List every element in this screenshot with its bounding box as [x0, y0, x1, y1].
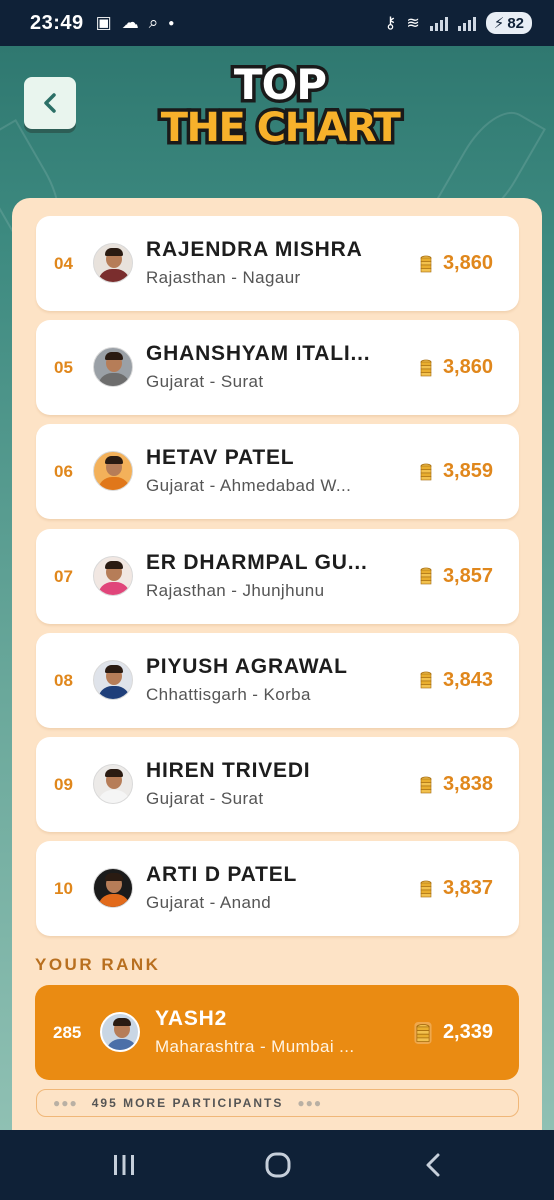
- coin-stack-icon: [420, 880, 432, 897]
- coin-stack-icon: [420, 463, 432, 481]
- score-value: 3,860: [442, 252, 493, 274]
- avatar: [93, 764, 133, 804]
- score-value: 3,837: [442, 877, 493, 900]
- signal-icon-2: [457, 15, 476, 31]
- score-value: 3,859: [442, 460, 493, 483]
- score: 3,843: [419, 633, 493, 728]
- leaderboard-row[interactable]: 08 PIYUSH AGRAWAL Chhattisgarh - Korba 3…: [36, 632, 519, 728]
- home-icon: [265, 1152, 291, 1178]
- player-location: Gujarat - Surat: [146, 789, 264, 808]
- notification-icons: ▣ ☁ ⌕ ●: [96, 13, 175, 33]
- rank-number: 08: [54, 670, 73, 690]
- avatar: [93, 659, 133, 700]
- avatar: [93, 347, 133, 388]
- player-name: ER DHARMPAL GU...: [146, 550, 368, 574]
- coin-stack-icon: [420, 671, 432, 689]
- avatar: [93, 451, 133, 492]
- rank-number: 09: [54, 775, 73, 794]
- wifi-icon: ≋: [406, 15, 420, 32]
- player-name: RAJENDRA MISHRA: [146, 238, 363, 261]
- player-location: Gujarat - Surat: [146, 372, 264, 392]
- score-value: 3,860: [442, 356, 493, 379]
- player-name: ARTI D PATEL: [146, 863, 298, 887]
- title-line-2: THE CHART: [157, 105, 404, 152]
- home-button[interactable]: [263, 1150, 293, 1180]
- coin-stack-icon: [420, 359, 432, 376]
- score: 3,860: [419, 320, 493, 415]
- score-value: 3,843: [442, 668, 493, 691]
- coin-stack-icon: [420, 567, 432, 585]
- score: 3,859: [419, 424, 493, 519]
- battery-level: 82: [507, 14, 524, 32]
- search-spark-icon: ⌕: [148, 13, 159, 32]
- status-bar: 23:49 ▣ ☁ ⌕ ● ⚷ ≋ ⚡ 82: [0, 0, 554, 46]
- status-time: 23:49: [30, 11, 84, 34]
- rank-number: 10: [54, 879, 73, 899]
- rank-number: 285: [53, 1023, 82, 1042]
- dots-icon: ●●●: [53, 1096, 78, 1110]
- score-value: 3,838: [442, 773, 493, 795]
- score: 3,857: [419, 529, 493, 624]
- battery-indicator: ⚡ 82: [485, 12, 532, 34]
- score: 2,339: [413, 985, 493, 1080]
- score: 3,838: [419, 737, 493, 832]
- your-rank-label: YOUR RANK: [35, 955, 161, 974]
- back-arrow-icon: [426, 1153, 440, 1177]
- coin-stack-icon: [414, 1021, 432, 1044]
- score-value: 3,857: [442, 564, 493, 587]
- leaderboard-row[interactable]: 06 HETAV PATEL Gujarat - Ahmedabad W... …: [36, 424, 519, 520]
- more-participants[interactable]: ●●● 495 MORE PARTICIPANTS ●●●: [36, 1089, 519, 1117]
- system-nav-bar: [0, 1130, 554, 1200]
- player-name: GHANSHYAM ITALI...: [146, 342, 371, 366]
- player-name: PIYUSH AGRAWAL: [146, 654, 348, 678]
- rank-number: 05: [54, 358, 73, 378]
- player-location: Chhattisgarh - Korba: [146, 684, 311, 704]
- leaderboard-row[interactable]: 07 ER DHARMPAL GU... Rajasthan - Jhunjhu…: [36, 528, 519, 624]
- leaderboard-row[interactable]: 09 HIREN TRIVEDI Gujarat - Surat 3,838: [36, 737, 519, 832]
- dots-icon: ●●●: [297, 1096, 323, 1110]
- score: 3,837: [419, 841, 493, 936]
- chevron-left-icon: [44, 93, 56, 113]
- dot-icon: ●: [168, 17, 175, 29]
- score-value: 2,339: [442, 1021, 493, 1043]
- rank-number: 07: [54, 566, 73, 586]
- player-name: HETAV PATEL: [146, 446, 295, 470]
- player-location: Rajasthan - Nagaur: [146, 268, 301, 287]
- rank-number: 04: [54, 254, 73, 273]
- player-location: Gujarat - Anand: [146, 893, 272, 913]
- player-location: Rajasthan - Jhunjhunu: [146, 580, 325, 600]
- signal-icon: [429, 15, 448, 31]
- more-participants-label: 495 MORE PARTICIPANTS: [91, 1096, 284, 1110]
- cloud-icon: ☁: [121, 13, 139, 32]
- key-icon: ⚷: [384, 15, 397, 32]
- coin-stack-icon: [420, 255, 432, 272]
- player-name: HIREN TRIVEDI: [146, 759, 311, 782]
- score: 3,860: [419, 216, 493, 311]
- player-name: YASH2: [155, 1007, 228, 1030]
- battery-bolt-icon: ⚡: [493, 15, 505, 32]
- avatar: [93, 243, 133, 283]
- avatar: [100, 1012, 140, 1052]
- your-rank-row[interactable]: 285 YASH2 Maharashtra - Mumbai ... 2,339: [35, 985, 519, 1080]
- system-back-button[interactable]: [418, 1150, 448, 1180]
- recent-apps-icon: [114, 1155, 134, 1175]
- player-location: Gujarat - Ahmedabad W...: [146, 476, 352, 496]
- coin-stack-icon: [420, 776, 432, 793]
- leaderboard-row[interactable]: 10 ARTI D PATEL Gujarat - Anand 3,837: [36, 841, 519, 937]
- page-title: TOP THE CHART: [157, 60, 404, 164]
- avatar: [93, 555, 133, 596]
- screenshot-icon: ▣: [95, 13, 112, 32]
- player-location: Maharashtra - Mumbai ...: [155, 1037, 355, 1056]
- leaderboard-row[interactable]: 04 RAJENDRA MISHRA Rajasthan - Nagaur 3,…: [36, 216, 519, 311]
- system-icons: ⚷ ≋ ⚡ 82: [385, 12, 532, 34]
- recent-apps-button[interactable]: [109, 1150, 139, 1180]
- title-line-1: TOP: [230, 60, 330, 109]
- leaderboard-row[interactable]: 05 GHANSHYAM ITALI... Gujarat - Surat 3,…: [36, 320, 519, 416]
- back-button[interactable]: [24, 77, 76, 129]
- leaderboard-screen: TOP THE CHART 04 RAJENDRA MISHRA Rajasth…: [0, 46, 554, 1130]
- rank-number: 06: [54, 462, 73, 482]
- avatar: [93, 868, 133, 909]
